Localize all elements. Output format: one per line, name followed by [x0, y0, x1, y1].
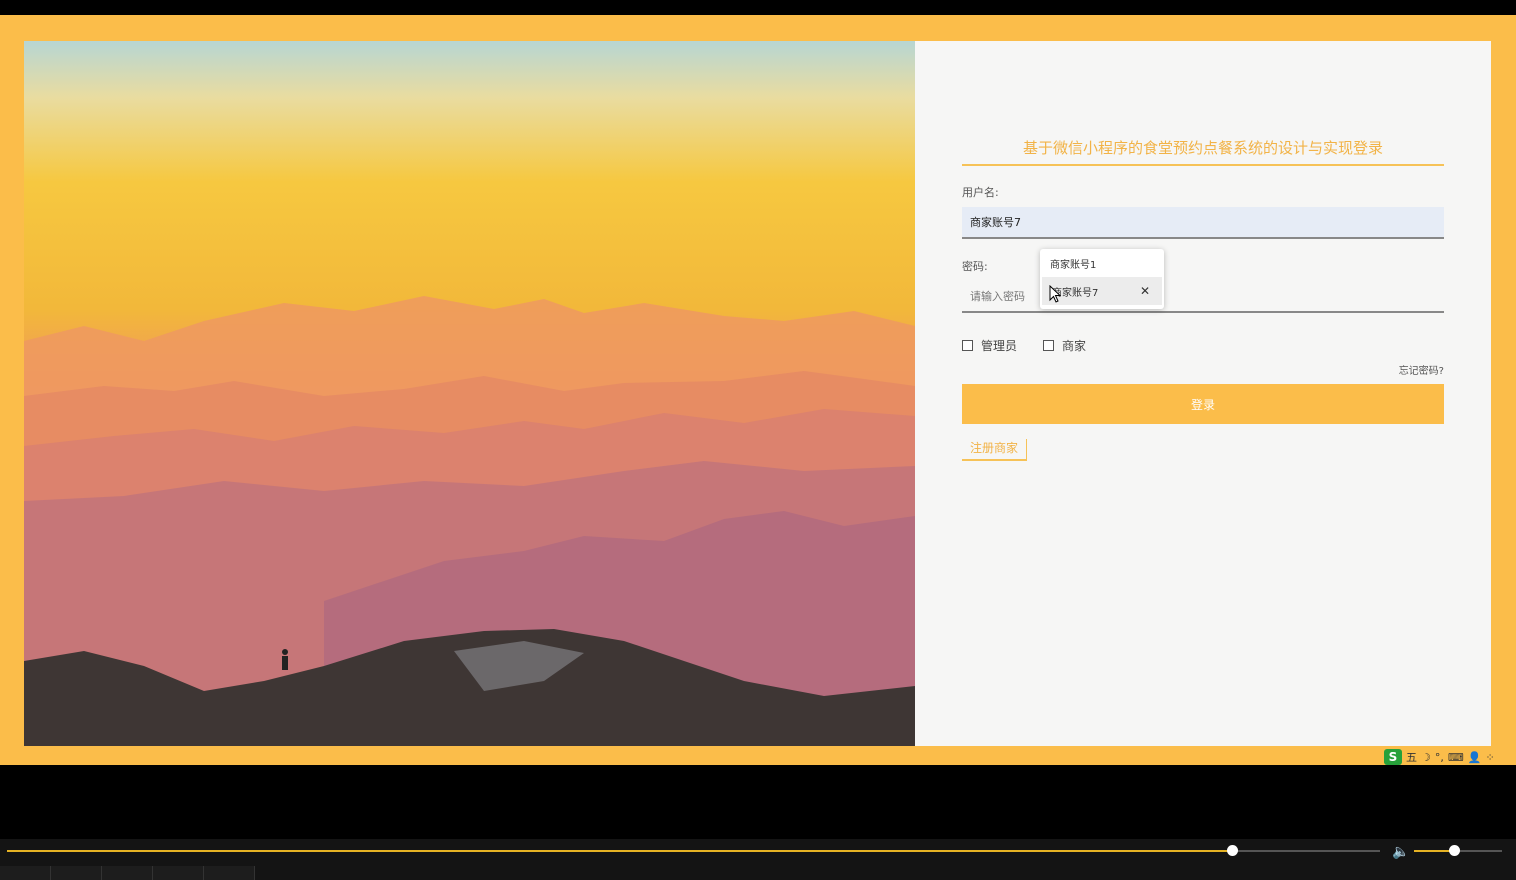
volume-handle[interactable] — [1448, 845, 1460, 856]
mouse-cursor-icon — [1049, 285, 1061, 303]
password-label: 密码: — [962, 260, 988, 273]
mountain-scenery — [24, 296, 915, 746]
login-button[interactable]: 登录 — [962, 384, 1444, 424]
checkbox-icon[interactable] — [962, 340, 973, 351]
login-panel: 基于微信小程序的食堂预约点餐系统的设计与实现登录 用户名: 密码: 管理员 商家… — [915, 41, 1491, 746]
volume-fill — [1414, 850, 1454, 852]
password-input[interactable] — [962, 281, 1444, 313]
bottom-tab[interactable] — [51, 866, 102, 880]
username-label: 用户名: — [962, 186, 999, 199]
autocomplete-item[interactable]: 商家账号1 — [1040, 249, 1164, 277]
bottom-tab[interactable] — [204, 866, 255, 880]
page-title: 基于微信小程序的食堂预约点餐系统的设计与实现登录 — [962, 137, 1444, 166]
role-admin-label: 管理员 — [981, 339, 1018, 353]
role-merchant-label: 商家 — [1062, 339, 1087, 353]
autocomplete-item-label: 商家账号1 — [1050, 259, 1097, 271]
user-icon[interactable]: 👤 — [1468, 751, 1482, 764]
forgot-password-link[interactable]: 忘记密码? — [1399, 362, 1444, 377]
role-admin-checkbox[interactable]: 管理员 — [962, 337, 1017, 354]
hero-landscape-image — [24, 41, 915, 746]
ime-mode-label[interactable]: 五 — [1406, 749, 1417, 765]
bottom-tab-strip — [0, 866, 255, 880]
apps-icon[interactable]: ⁘ — [1485, 751, 1494, 764]
progress-fill — [7, 850, 1232, 852]
register-merchant-link[interactable]: 注册商家 — [962, 439, 1028, 461]
bottom-tab[interactable] — [102, 866, 153, 880]
close-icon[interactable]: ✕ — [1140, 284, 1150, 298]
app-window: 基于微信小程序的食堂预约点餐系统的设计与实现登录 用户名: 密码: 管理员 商家… — [0, 15, 1516, 765]
progress-bar[interactable] — [7, 845, 1380, 856]
username-input[interactable] — [962, 207, 1444, 239]
speaker-icon[interactable]: 🔈 — [1392, 844, 1409, 860]
ime-toolbar: S 五 ☽ °, ⌨ 👤 ⁘ — [1384, 748, 1495, 766]
progress-handle[interactable] — [1226, 845, 1238, 856]
role-merchant-checkbox[interactable]: 商家 — [1043, 337, 1086, 354]
checkbox-icon[interactable] — [1043, 340, 1054, 351]
bottom-tab[interactable] — [153, 866, 204, 880]
bottom-tab[interactable] — [0, 866, 51, 880]
volume-slider[interactable] — [1414, 845, 1502, 856]
moon-icon[interactable]: ☽ — [1421, 751, 1431, 764]
ime-logo-icon[interactable]: S — [1384, 749, 1402, 765]
keyboard-icon[interactable]: ⌨ — [1448, 751, 1464, 764]
punctuation-icon[interactable]: °, — [1435, 751, 1444, 764]
video-player-controls: 🔈 — [0, 839, 1516, 880]
